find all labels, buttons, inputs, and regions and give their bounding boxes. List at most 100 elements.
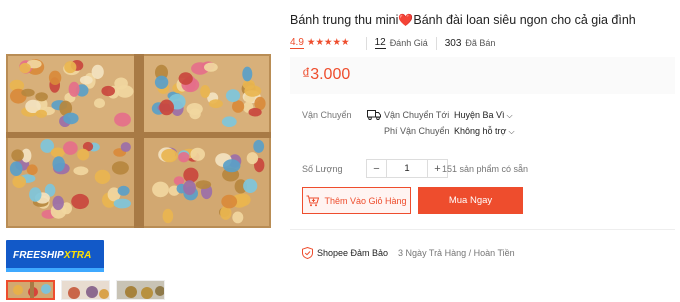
mooncake-shape <box>232 211 244 224</box>
mooncake-shape <box>159 99 175 116</box>
mooncake-shape <box>223 159 241 173</box>
mooncake-shape <box>71 193 89 210</box>
star-icon: ★ <box>315 37 324 48</box>
shipping-fee-dropdown[interactable]: Không hỗ trợ ⌵ <box>454 126 515 137</box>
mooncake-shape <box>116 85 134 98</box>
shipping-fee-label: Phí Vận Chuyển <box>384 126 450 136</box>
sold-count: 303 <box>444 37 462 49</box>
shopee-guarantee[interactable]: Shopee Đảm Bảo 3 Ngày Trả Hàng / Hoàn Ti… <box>302 247 515 259</box>
reviews-count[interactable]: 12 <box>374 37 386 49</box>
quantity-stepper: − 1 + <box>366 159 448 178</box>
thumbnail-strip <box>6 280 165 300</box>
mooncake-shape <box>183 167 199 183</box>
shipping-to-label: Vận Chuyển Tới <box>384 110 450 120</box>
freeship-xtra-badge: FREESHIPXTRA <box>6 240 104 272</box>
mooncake-shape <box>73 166 89 176</box>
add-to-cart-label: Thêm Vào Giỏ Hàng <box>324 195 407 206</box>
add-to-cart-button[interactable]: Thêm Vào Giỏ Hàng <box>302 187 411 214</box>
rating-value[interactable]: 4.9 <box>290 37 304 49</box>
thumbnail-2[interactable] <box>61 280 110 300</box>
mooncake-shape <box>26 164 38 175</box>
quantity-input[interactable]: 1 <box>386 160 428 177</box>
mooncake-shape <box>243 178 258 193</box>
mooncake-shape <box>161 148 178 163</box>
mooncake-shape <box>9 161 23 176</box>
buy-now-button[interactable]: Mua Ngay <box>418 187 523 214</box>
product-title: Bánh trung thu mini❤️Bánh đài loan siêu … <box>290 13 636 27</box>
mooncake-shape <box>242 79 255 90</box>
mooncake-shape <box>221 116 237 127</box>
product-main-image[interactable] <box>6 54 271 228</box>
section-divider <box>290 229 675 230</box>
divider <box>435 36 437 50</box>
mooncake-shape <box>91 64 104 79</box>
mooncake-shape <box>208 99 223 109</box>
mooncake-shape <box>68 81 80 97</box>
star-icon: ★ <box>332 37 342 48</box>
mooncake-shape <box>111 161 129 175</box>
mooncake-shape <box>21 88 35 97</box>
reviews-label: Đánh Giá <box>389 38 428 48</box>
mooncake-shape <box>154 75 169 89</box>
mooncake-shape <box>79 75 93 85</box>
mooncake-shape <box>64 61 77 74</box>
mooncake-shape <box>253 139 265 153</box>
mooncake-shape <box>120 142 131 152</box>
star-icon: ★ <box>306 37 316 48</box>
mooncake-shape <box>178 152 190 163</box>
price-box: ₫3.000 <box>290 57 675 94</box>
product-price: ₫3.000 <box>302 66 351 83</box>
mooncake-shape <box>162 208 174 224</box>
freeship-badge-text: FREESHIPXTRA <box>13 250 92 261</box>
guarantee-title: Shopee Đảm Bảo <box>317 248 389 258</box>
thumbnail-3[interactable] <box>116 280 165 300</box>
mooncake-shape <box>152 181 169 198</box>
rating-row: 4.9 ★ ★ ★ ★ ★ 12 Đánh Giá 303 Đã Bán <box>290 36 496 50</box>
mooncake-shape <box>94 98 105 109</box>
chevron-down-icon: ⌵ <box>506 111 513 120</box>
mooncake-shape <box>48 70 62 85</box>
mooncake-shape <box>77 148 90 161</box>
badge-stripe <box>6 268 104 272</box>
mooncake-shape <box>183 180 196 196</box>
mooncake-shape <box>225 89 241 102</box>
cart-plus-icon <box>306 195 320 206</box>
mooncake-shape <box>242 66 253 82</box>
mooncake-shape <box>35 92 48 102</box>
rating-stars: ★ ★ ★ ★ ★ <box>307 38 350 48</box>
sold-label: Đã Bán <box>465 38 496 48</box>
mooncake-shape <box>232 100 245 113</box>
mooncake-shape <box>63 141 78 155</box>
quantity-decrease-button[interactable]: − <box>367 160 386 177</box>
mooncake-shape <box>50 147 65 158</box>
thumbnail-1[interactable] <box>6 280 55 300</box>
divider <box>365 36 367 50</box>
chevron-down-icon: ⌵ <box>508 127 515 136</box>
mooncake-shape <box>19 62 31 74</box>
mooncake-shape <box>35 109 47 118</box>
mooncake-shape <box>52 195 64 211</box>
shipping-label: Vận Chuyển <box>302 110 352 120</box>
mooncake-shape <box>200 85 211 98</box>
star-icon: ★ <box>341 37 350 48</box>
mooncake-shape <box>248 107 262 117</box>
mooncake-shape <box>246 152 259 165</box>
mooncake-shape <box>117 185 130 196</box>
mooncake-shape <box>52 156 65 172</box>
shipping-to-dropdown[interactable]: Huyện Ba Vì ⌵ <box>454 110 513 121</box>
shield-icon <box>302 247 313 259</box>
mooncake-shape <box>113 198 131 209</box>
mooncake-shape <box>63 112 79 125</box>
mooncake-shape <box>94 169 111 184</box>
mooncake-shape <box>29 187 42 202</box>
mooncake-shape <box>101 85 115 97</box>
mooncake-shape <box>178 72 193 85</box>
guarantee-desc: 3 Ngày Trả Hàng / Hoàn Tiền <box>398 248 515 258</box>
mooncake-shape <box>190 147 205 161</box>
mooncake-shape <box>204 62 218 72</box>
stock-text: 151 sản phẩm có sẵn <box>442 164 529 174</box>
mooncake-shape <box>114 112 131 127</box>
mooncake-shape <box>195 180 212 189</box>
mooncake-shape <box>11 149 24 162</box>
mooncake-shape <box>221 194 238 209</box>
